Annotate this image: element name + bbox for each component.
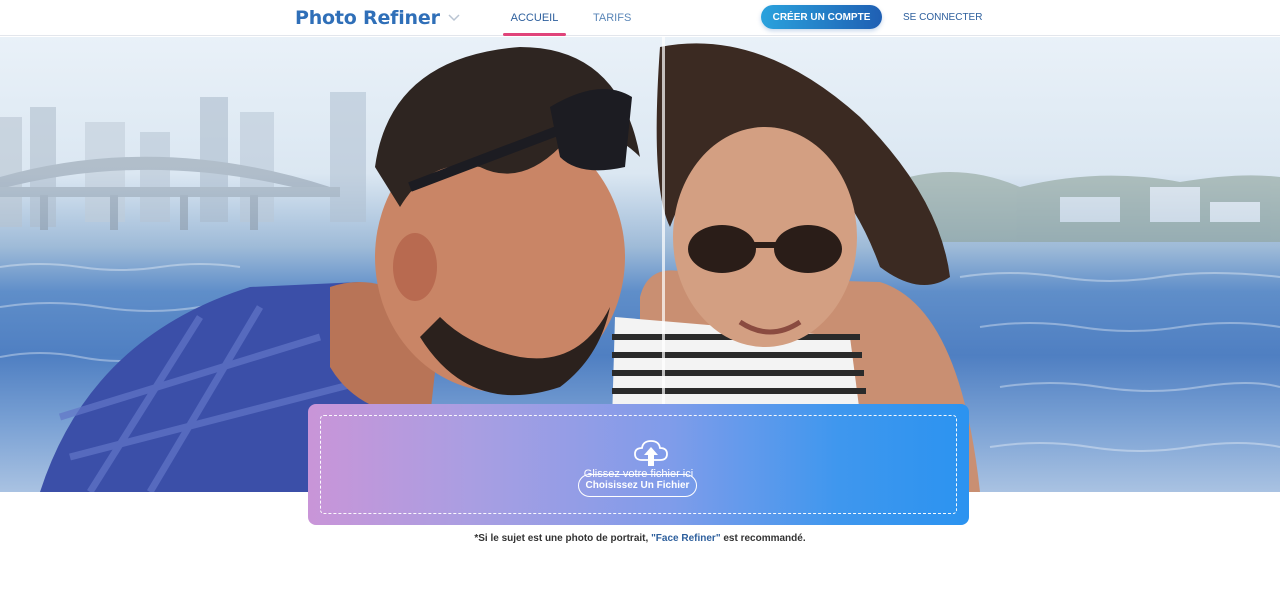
tab-accueil[interactable]: ACCUEIL <box>503 0 566 36</box>
choose-file-button[interactable]: Choisissez Un Fichier <box>578 474 697 497</box>
right-shore <box>880 172 1280 242</box>
note-prefix: *Si le sujet est une photo de portrait, <box>474 533 652 544</box>
chevron-down-icon <box>448 14 460 22</box>
city-skyline <box>0 92 366 230</box>
recommendation-note: *Si le sujet est une photo de portrait, … <box>0 533 1280 544</box>
dropzone-dashed-border: Glissez votre fichier ici <box>320 415 957 514</box>
face-refiner-link[interactable]: "Face Refiner" <box>651 533 721 544</box>
login-link[interactable]: SE CONNECTER <box>903 12 982 23</box>
logo-text: Photo Refiner <box>295 7 440 29</box>
upload-dropzone[interactable]: Glissez votre fichier ici <box>308 404 969 525</box>
cloud-upload-icon <box>634 440 668 466</box>
top-navigation-bar: Photo Refiner ACCUEIL TARIFS CRÉER UN CO… <box>0 0 1280 36</box>
logo-menu[interactable]: Photo Refiner <box>295 6 460 30</box>
tab-tarifs[interactable]: TARIFS <box>593 0 631 36</box>
create-account-button[interactable]: CRÉER UN COMPTE <box>761 5 882 29</box>
note-suffix: est recommandé. <box>720 533 806 544</box>
